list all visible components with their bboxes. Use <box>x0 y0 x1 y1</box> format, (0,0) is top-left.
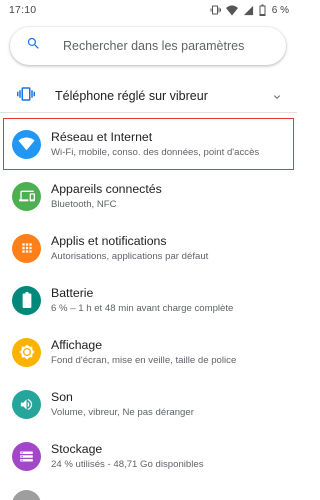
setting-subtitle: 6 % – 1 h et 48 min avant charge complèt… <box>51 302 234 314</box>
setting-subtitle: Wi-Fi, mobile, conso. des données, point… <box>51 146 260 158</box>
volume-icon <box>12 389 41 419</box>
chevron-down-icon[interactable] <box>271 90 283 108</box>
setting-subtitle: Autorisations, applications par défaut <box>51 250 209 262</box>
setting-title: Affichage <box>51 337 103 352</box>
setting-apps-notifications[interactable]: Applis et notifications Autorisations, a… <box>0 222 297 274</box>
suggestion-vibrate[interactable]: Téléphone réglé sur vibreur <box>0 78 297 114</box>
setting-sound[interactable]: Son Volume, vibreur, Ne pas déranger <box>0 378 297 430</box>
battery-percent: 6 % <box>271 4 289 16</box>
setting-title: Réseau et Internet <box>51 129 153 144</box>
setting-subtitle: 24 % utilisés - 48,71 Go disponibles <box>51 458 204 470</box>
setting-connected-devices[interactable]: Appareils connectés Bluetooth, NFC <box>0 170 297 222</box>
storage-icon <box>12 441 41 471</box>
vibrate-icon <box>17 85 35 108</box>
setting-title: Son <box>51 389 73 404</box>
brightness-icon <box>12 337 41 367</box>
status-icons: 6 % <box>209 4 289 16</box>
signal-icon <box>243 5 254 16</box>
devices-icon <box>12 181 41 211</box>
setting-title: Stockage <box>51 441 103 456</box>
battery-status-icon <box>259 4 266 16</box>
setting-subtitle: Bluetooth, NFC <box>51 198 117 210</box>
battery-icon <box>12 285 41 315</box>
wifi-status-icon <box>225 5 238 16</box>
settings-list: Réseau et Internet Wi-Fi, mobile, conso.… <box>0 118 297 482</box>
status-bar: 17:10 6 % <box>0 0 297 20</box>
wifi-icon <box>12 129 41 159</box>
search-bar[interactable]: Rechercher dans les paramètres <box>10 27 286 65</box>
setting-title: Appareils connectés <box>51 181 162 196</box>
search-placeholder: Rechercher dans les paramètres <box>63 39 245 53</box>
setting-subtitle: Fond d'écran, mise en veille, taille de … <box>51 354 237 366</box>
status-time: 17:10 <box>9 4 37 16</box>
setting-subtitle: Volume, vibreur, Ne pas déranger <box>51 406 194 418</box>
setting-display[interactable]: Affichage Fond d'écran, mise en veille, … <box>0 326 297 378</box>
next-setting-icon <box>12 490 41 500</box>
divider <box>0 112 297 113</box>
setting-storage[interactable]: Stockage 24 % utilisés - 48,71 Go dispon… <box>0 430 297 482</box>
setting-title: Applis et notifications <box>51 233 167 248</box>
setting-network-internet[interactable]: Réseau et Internet Wi-Fi, mobile, conso.… <box>3 118 294 170</box>
apps-icon <box>12 233 41 263</box>
vibrate-icon <box>209 4 221 16</box>
search-icon <box>26 36 41 56</box>
setting-battery[interactable]: Batterie 6 % – 1 h et 48 min avant charg… <box>0 274 297 326</box>
suggestion-text: Téléphone réglé sur vibreur <box>55 89 208 103</box>
setting-title: Batterie <box>51 285 94 300</box>
